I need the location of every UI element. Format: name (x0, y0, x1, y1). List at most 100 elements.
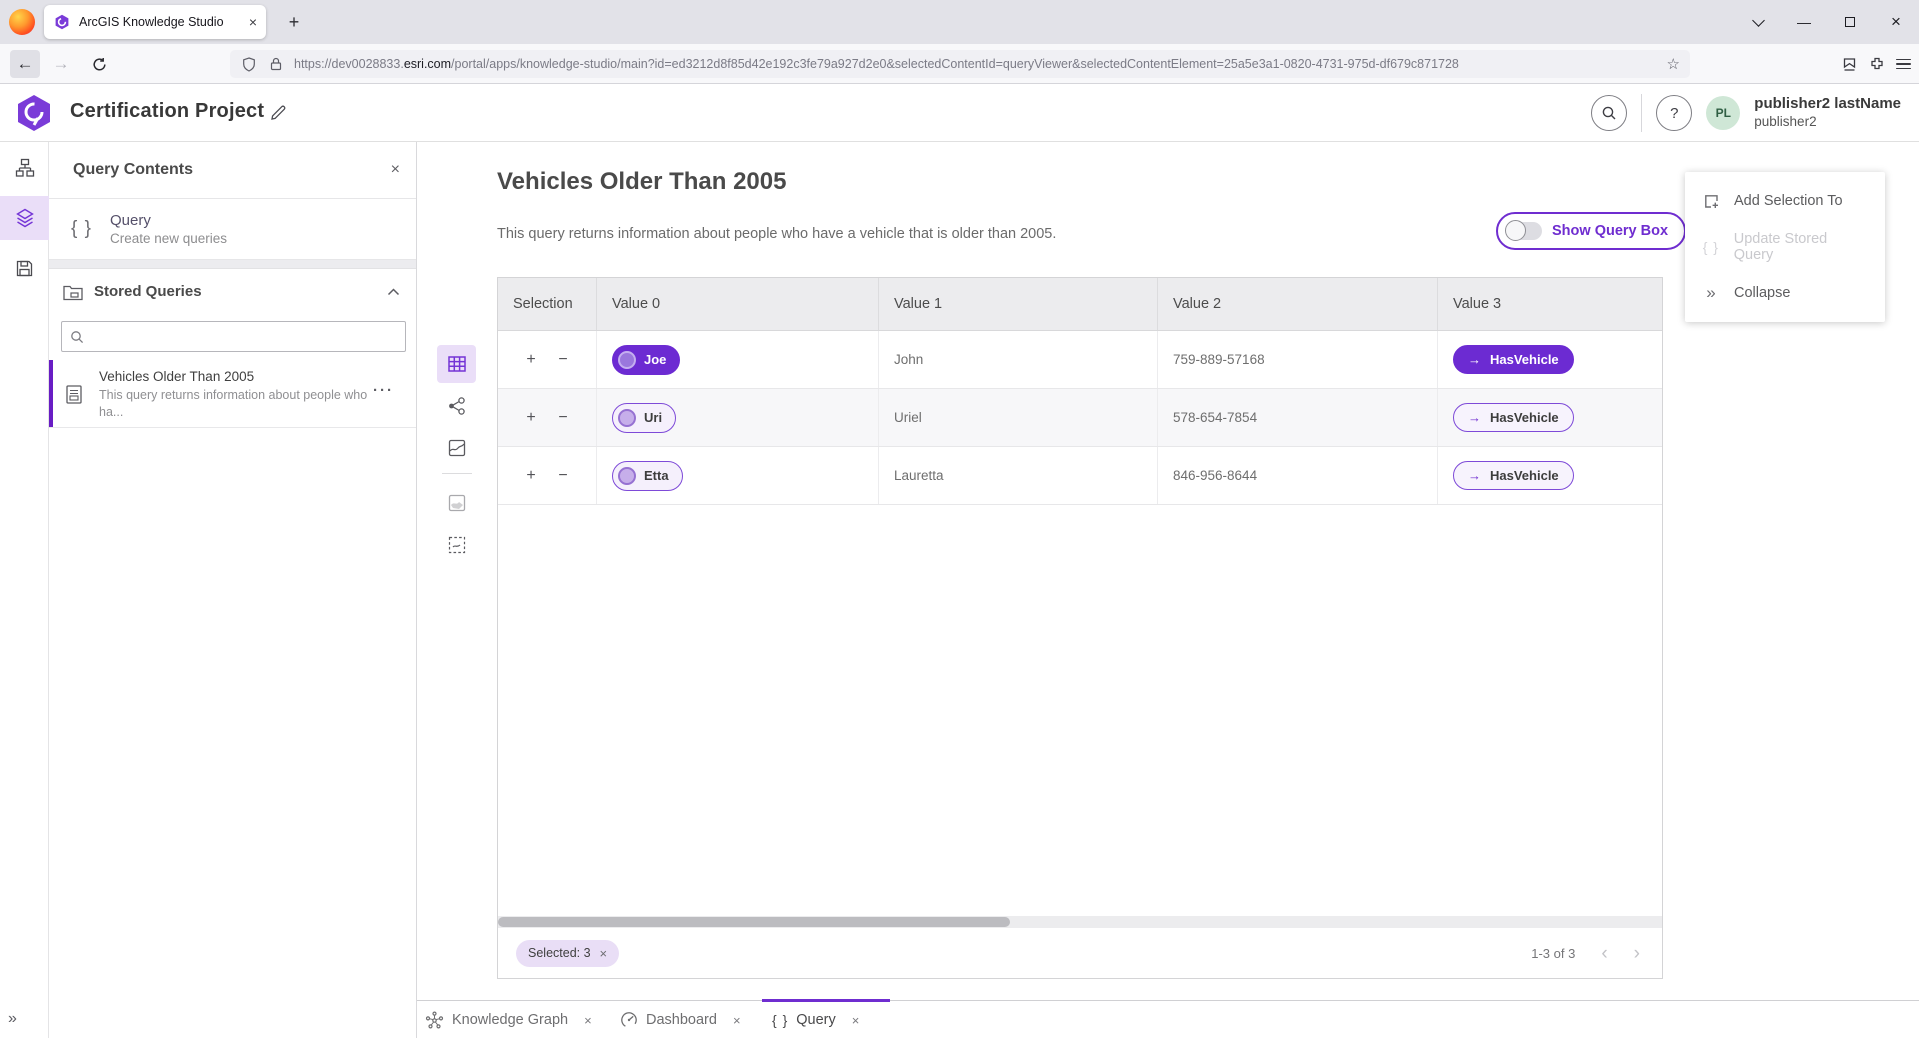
edit-title-icon[interactable] (265, 100, 291, 126)
menu-item-collapse[interactable]: » Collapse (1685, 270, 1885, 316)
forward-button[interactable]: → (46, 50, 76, 78)
cell-value1: John (879, 331, 1158, 388)
layers-icon[interactable] (0, 196, 49, 240)
stored-query-options-icon[interactable]: ··· (373, 382, 394, 399)
search-button[interactable] (1591, 95, 1627, 131)
tab-query[interactable]: { } Query × (772, 1001, 859, 1038)
relationship-chip[interactable]: →HasVehicle (1453, 403, 1574, 432)
new-map-icon[interactable] (437, 484, 476, 522)
entity-chip[interactable]: Joe (612, 345, 680, 375)
tab-close-icon[interactable]: × (249, 15, 257, 29)
search-input[interactable] (90, 329, 397, 344)
panel-header: Query Contents × (49, 142, 416, 199)
stored-query-description: This query returns information about peo… (99, 387, 369, 421)
workspace: » Query Contents × { } Query Create new … (0, 142, 1919, 1038)
extensions-icon[interactable] (1868, 55, 1886, 73)
new-tab-button[interactable]: + (281, 9, 307, 35)
expand-rail-icon[interactable]: » (8, 1010, 17, 1028)
selected-count-chip[interactable]: Selected: 3 × (516, 940, 619, 967)
tab-label: Knowledge Graph (452, 1012, 568, 1028)
remove-from-selection-button[interactable]: − (554, 409, 572, 427)
relationship-chip[interactable]: →HasVehicle (1453, 461, 1574, 490)
entity-chip[interactable]: Etta (612, 461, 683, 491)
save-icon[interactable] (0, 246, 49, 290)
tab-close-icon[interactable]: × (584, 1013, 592, 1028)
stored-queries-search[interactable] (61, 321, 406, 352)
toolbar-divider (442, 473, 472, 474)
chevron-up-icon[interactable] (387, 288, 400, 296)
query-card-subtitle: Create new queries (110, 231, 227, 246)
help-button[interactable]: ? (1656, 95, 1692, 131)
menu-item-update-stored-query[interactable]: { } Update Stored Query (1685, 224, 1885, 270)
stored-queries-header[interactable]: Stored Queries (49, 269, 416, 314)
add-to-selection-button[interactable]: + (522, 409, 540, 427)
tab-label: Query (796, 1012, 836, 1028)
reload-button[interactable] (84, 50, 114, 78)
column-header-value1: Value 1 (879, 278, 1158, 330)
relationship-chip[interactable]: →HasVehicle (1453, 345, 1574, 374)
avatar[interactable]: PL (1706, 96, 1740, 130)
toggle-switch[interactable] (1506, 222, 1542, 240)
entity-dot-icon (618, 409, 636, 427)
knowledge-graph-icon (425, 1011, 444, 1030)
user-name: publisher2 lastName (1754, 95, 1901, 114)
add-to-selection-button[interactable]: + (522, 467, 540, 485)
map-view-icon[interactable] (437, 429, 476, 467)
tracking-shield-icon[interactable] (240, 55, 258, 73)
entity-dot-icon (618, 351, 636, 369)
stored-query-item[interactable]: Vehicles Older Than 2005 This query retu… (49, 360, 416, 428)
window-minimize-button[interactable]: — (1781, 0, 1827, 44)
url-text: https://dev0028833.esri.com/portal/apps/… (294, 57, 1658, 71)
list-tabs-icon[interactable] (1735, 0, 1781, 44)
entity-chip[interactable]: Uri (612, 403, 676, 433)
window-close-button[interactable]: × (1873, 0, 1919, 44)
window-maximize-button[interactable] (1827, 0, 1873, 44)
data-model-icon[interactable] (0, 146, 49, 190)
remove-from-selection-button[interactable]: − (554, 351, 572, 369)
new-query-card[interactable]: { } Query Create new queries (49, 199, 416, 260)
url-bar[interactable]: https://dev0028833.esri.com/portal/apps/… (230, 50, 1690, 78)
left-rail: » (0, 142, 49, 1038)
user-info[interactable]: publisher2 lastName publisher2 (1754, 95, 1901, 131)
bookmark-star-icon[interactable]: ☆ (1667, 55, 1680, 73)
tab-close-icon[interactable]: × (852, 1013, 860, 1028)
view-toolbar (437, 345, 477, 568)
back-button[interactable]: ← (10, 50, 40, 78)
tab-close-icon[interactable]: × (733, 1013, 741, 1028)
browser-tab-title: ArcGIS Knowledge Studio (79, 15, 241, 29)
link-chart-icon[interactable] (437, 387, 476, 425)
previous-page-icon[interactable]: ‹ (1601, 944, 1607, 963)
add-to-selection-button[interactable]: + (522, 351, 540, 369)
horizontal-scrollbar[interactable] (498, 916, 1662, 928)
context-menu: Add Selection To { } Update Stored Query… (1685, 172, 1885, 322)
pocket-icon[interactable] (1840, 55, 1858, 73)
lock-icon[interactable] (267, 55, 285, 73)
firefox-icon[interactable] (9, 9, 35, 35)
page-title: Vehicles Older Than 2005 (497, 168, 786, 196)
selection-map-icon[interactable] (437, 526, 476, 564)
screen: ArcGIS Knowledge Studio × + — × ← → http… (0, 0, 1919, 1038)
scrollbar-thumb[interactable] (498, 917, 1010, 927)
menu-item-add-selection-to[interactable]: Add Selection To (1685, 178, 1885, 224)
show-query-box-toggle[interactable]: Show Query Box (1496, 212, 1686, 250)
tab-dashboard[interactable]: Dashboard × (620, 1001, 741, 1038)
menu-icon[interactable] (1896, 59, 1911, 70)
arrow-right-icon: → (1468, 468, 1481, 483)
active-tab-indicator (762, 999, 890, 1002)
panel-close-icon[interactable]: × (391, 161, 400, 179)
browser-tab-strip: ArcGIS Knowledge Studio × + — × (0, 0, 1919, 44)
clear-selection-icon[interactable]: × (600, 946, 608, 961)
tab-knowledge-graph[interactable]: Knowledge Graph × (425, 1001, 592, 1038)
remove-from-selection-button[interactable]: − (554, 467, 572, 485)
table-view-icon[interactable] (437, 345, 476, 383)
project-title: Certification Project (70, 100, 264, 123)
add-selection-icon (1701, 193, 1721, 210)
browser-tab[interactable]: ArcGIS Knowledge Studio × (44, 5, 266, 39)
next-page-icon[interactable]: › (1634, 944, 1640, 963)
table-empty-area (498, 505, 1662, 916)
tab-label: Dashboard (646, 1012, 717, 1028)
cell-value2: 759-889-57168 (1158, 331, 1438, 388)
braces-icon: { } (71, 218, 92, 240)
browser-nav-bar: ← → https://dev0028833.esri.com/portal/a… (0, 44, 1919, 84)
user-username: publisher2 (1754, 114, 1901, 131)
